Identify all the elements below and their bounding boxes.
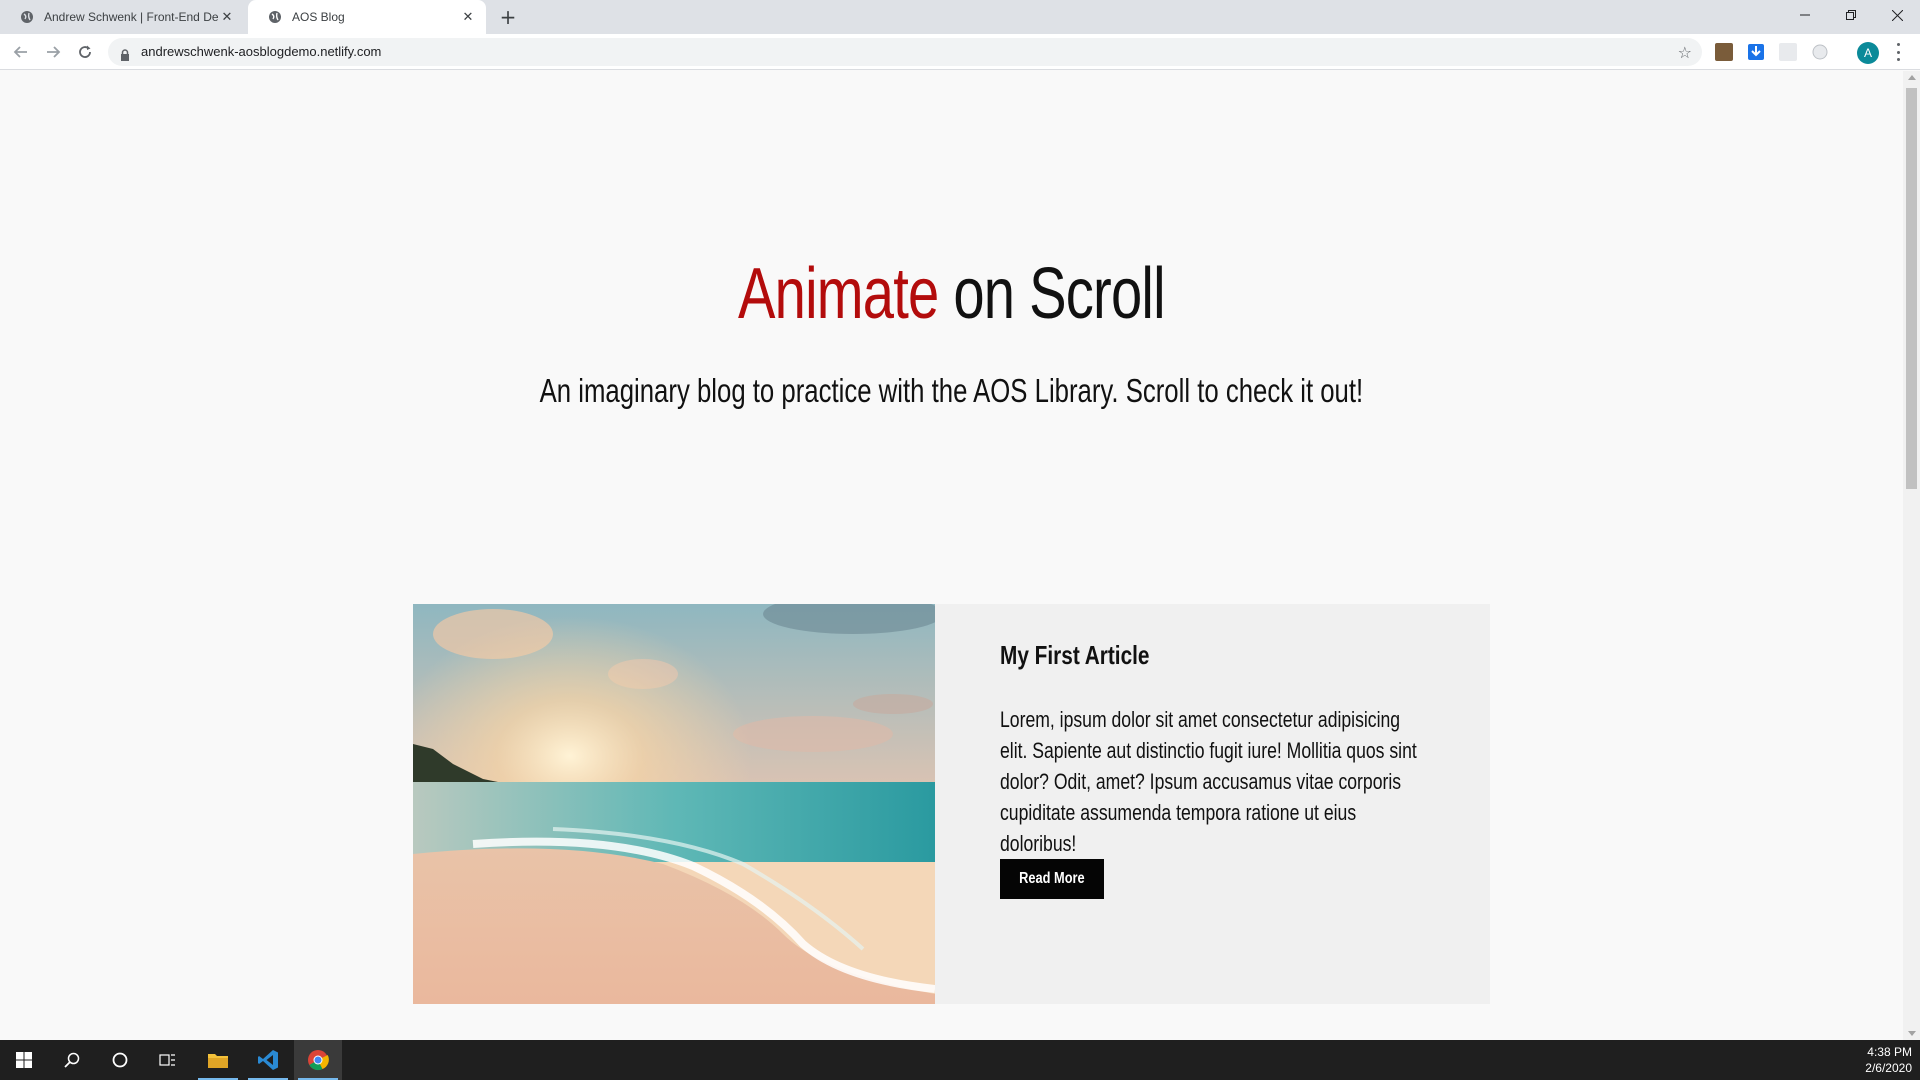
download-extension-icon[interactable] xyxy=(1747,43,1765,61)
search-icon[interactable] xyxy=(48,1040,96,1080)
bookmark-star-icon[interactable]: ☆ xyxy=(1678,43,1692,62)
file-explorer-icon[interactable] xyxy=(194,1040,242,1080)
reload-icon[interactable] xyxy=(75,42,95,62)
lock-icon xyxy=(120,46,130,65)
hero-subtitle: An imaginary blog to practice with the A… xyxy=(539,372,1364,409)
system-clock[interactable]: 4:38 PM 2/6/2020 xyxy=(1865,1044,1912,1076)
restore-button[interactable] xyxy=(1828,0,1874,30)
profile-avatar[interactable]: A xyxy=(1857,42,1879,64)
tab-andrew-schwenk[interactable]: Andrew Schwenk | Front-End De ✕ xyxy=(0,0,245,34)
windows-taskbar: 4:38 PM 2/6/2020 xyxy=(0,1040,1920,1080)
close-window-button[interactable] xyxy=(1874,0,1920,30)
browser-tab-strip: Andrew Schwenk | Front-End De ✕ AOS Blog… xyxy=(0,0,1920,34)
tab-title: Andrew Schwenk | Front-End De xyxy=(44,10,219,24)
extension-icon[interactable] xyxy=(1779,43,1797,61)
back-arrow-icon[interactable] xyxy=(11,42,31,62)
article-card: My First Article Lorem, ipsum dolor sit … xyxy=(413,604,1490,1004)
address-bar[interactable]: andrewschwenk-aosblogdemo.netlify.com ☆ xyxy=(108,38,1702,66)
chrome-icon[interactable] xyxy=(294,1040,342,1080)
task-view-icon[interactable] xyxy=(144,1040,192,1080)
article-card-body: My First Article Lorem, ipsum dolor sit … xyxy=(935,604,1490,1004)
clock-time: 4:38 PM xyxy=(1867,1045,1912,1059)
scroll-up-arrow-icon[interactable] xyxy=(1908,75,1916,80)
clock-date: 2/6/2020 xyxy=(1865,1061,1912,1075)
menu-kebab-icon[interactable] xyxy=(1896,43,1900,61)
article-title: My First Article xyxy=(1000,640,1150,670)
url-text: andrewschwenk-aosblogdemo.netlify.com xyxy=(141,44,382,59)
cortana-icon[interactable] xyxy=(96,1040,144,1080)
page-scrollbar[interactable] xyxy=(1903,71,1920,1040)
read-more-label: Read More xyxy=(1019,870,1085,887)
close-tab-icon[interactable]: ✕ xyxy=(460,9,476,25)
tab-aos-blog[interactable]: AOS Blog ✕ xyxy=(248,0,486,34)
globe-icon xyxy=(268,10,282,24)
windows-start-icon[interactable] xyxy=(0,1040,48,1080)
web-page: Animate on Scroll An imaginary blog to p… xyxy=(0,71,1903,1040)
extension-icon[interactable] xyxy=(1715,43,1733,61)
hero-title-accent: Animate xyxy=(737,254,939,334)
hero-title: Animate on Scroll xyxy=(209,254,1693,334)
forward-arrow-icon[interactable] xyxy=(43,42,63,62)
vscode-icon[interactable] xyxy=(244,1040,292,1080)
tab-title: AOS Blog xyxy=(292,10,345,24)
browser-toolbar: andrewschwenk-aosblogdemo.netlify.com ☆ … xyxy=(0,34,1920,70)
scrollbar-thumb[interactable] xyxy=(1906,88,1917,489)
read-more-button[interactable]: Read More xyxy=(1000,859,1104,899)
minimize-button[interactable] xyxy=(1782,0,1828,30)
close-tab-icon[interactable]: ✕ xyxy=(219,9,235,25)
globe-icon xyxy=(20,10,34,24)
extension-icon[interactable] xyxy=(1811,43,1829,61)
article-text: Lorem, ipsum dolor sit amet consectetur … xyxy=(1000,707,1417,856)
scroll-down-arrow-icon[interactable] xyxy=(1908,1031,1916,1036)
hero-title-rest: on Scroll xyxy=(938,254,1165,334)
new-tab-button[interactable]: + xyxy=(499,7,517,27)
article-image-beach xyxy=(413,604,935,1004)
